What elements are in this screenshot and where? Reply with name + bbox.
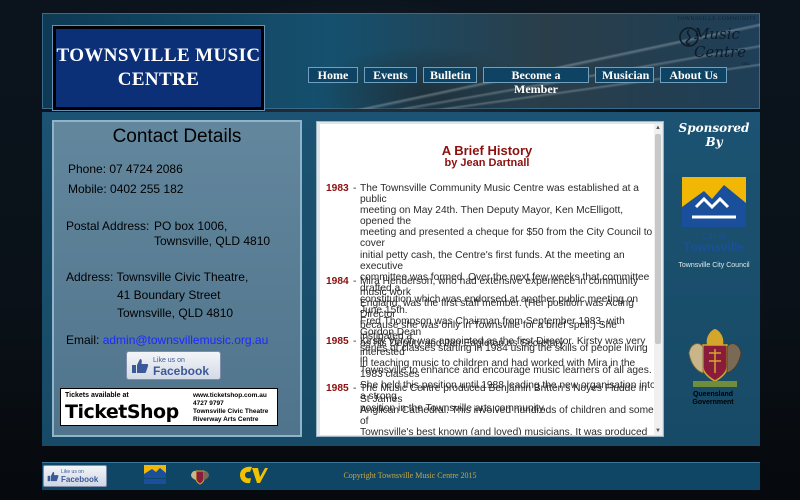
thumbs-up-icon: [132, 358, 149, 373]
email-row: Email: admin@townsvillemusic.org.au: [66, 331, 268, 349]
footer-partner-logo[interactable]: [238, 465, 268, 485]
history-entry-dash: -: [353, 383, 357, 394]
nav-events[interactable]: Events: [364, 67, 417, 83]
footer-queensland-crest[interactable]: [190, 465, 210, 487]
site-logo-text: TOWNSVILLE MUSIC CENTRE: [56, 44, 260, 92]
tcc-caption: Townsville City Council: [678, 262, 750, 269]
facebook-like-button[interactable]: Like us on Facebook: [126, 351, 221, 380]
ticketshop-venue-1: Townsville Civic Theatre: [193, 408, 269, 415]
nav-about-us[interactable]: About Us: [660, 67, 727, 83]
history-scrollbar[interactable]: ▲ ▼: [654, 124, 662, 435]
ticketshop-url: www.ticketshop.com.au: [193, 392, 267, 399]
history-author: by Jean Dartnall: [444, 157, 530, 169]
qgov-line-1: Queensland: [692, 391, 734, 398]
footer-facebook-big: Facebook: [61, 475, 99, 484]
ticketshop-banner[interactable]: Tickets available at TicketShop www.tick…: [60, 388, 278, 426]
email-link[interactable]: admin@townsvillemusic.org.au: [103, 333, 269, 347]
footer-city-council-logo[interactable]: [144, 465, 166, 485]
history-entry-dash: -: [353, 336, 357, 347]
community-music-centre-logo: TOWNSVILLE COMMUNITY Music Centre INC: [676, 16, 756, 66]
townsville-city-council-logo[interactable]: City of Townsville: [682, 177, 746, 255]
logo-line-1: TOWNSVILLE MUSIC: [56, 45, 261, 66]
qgov-caption: Queensland Government: [676, 391, 750, 407]
scrollbar-thumb[interactable]: [655, 134, 661, 344]
postal-line-2: Townsville, QLD 4810: [154, 234, 271, 248]
address-line-1: Address: Townsville Civic Theatre,: [66, 270, 249, 284]
history-entry-dash: -: [353, 276, 357, 287]
copyright-text: Copyright Townsville Music Centre 2015: [343, 471, 477, 480]
tcc-name: Townsville: [684, 240, 745, 254]
postal-label: Postal Address:: [66, 219, 150, 233]
contact-phone: Phone: 07 4724 2086: [68, 162, 183, 176]
scroll-down-arrow-icon[interactable]: ▼: [655, 428, 661, 434]
ticketshop-info: www.ticketshop.com.au 4727 9797 Townsvil…: [193, 392, 268, 424]
history-entry-year: 1983: [326, 183, 349, 194]
queensland-government-crest[interactable]: [683, 323, 747, 389]
ticketshop-phone: 4727 9797: [193, 400, 224, 407]
nav-musician[interactable]: Musician: [595, 67, 654, 83]
facebook-like-big: Facebook: [153, 363, 210, 378]
brand-script-text: Music Centre: [694, 25, 747, 61]
nav-home[interactable]: Home: [308, 67, 358, 83]
treble-clef-icon: [679, 27, 699, 47]
sponsored-by-heading: Sponsored By: [678, 121, 750, 149]
address-line-3: Townsville, QLD 4810: [117, 306, 234, 320]
brand-top-text: TOWNSVILLE COMMUNITY: [676, 16, 756, 22]
ticketshop-brand: TicketShop: [65, 401, 179, 423]
history-entry-year: 1985: [326, 336, 349, 347]
thumbs-up-icon: [47, 471, 59, 481]
contact-mobile: Mobile: 0402 255 182: [68, 182, 184, 196]
footer-facebook-button[interactable]: Like us on Facebook: [43, 465, 107, 487]
history-title: A Brief History: [441, 143, 533, 158]
history-entry-year: 1985: [326, 383, 349, 394]
ticketshop-available: Tickets available at: [65, 392, 129, 399]
site-logo[interactable]: TOWNSVILLE MUSIC CENTRE: [53, 26, 264, 110]
history-entry: 1985 - The Music Centre produced Benjami…: [326, 383, 654, 435]
qgov-line-2: Government: [692, 399, 734, 406]
brand-suffix: INC: [741, 61, 750, 66]
history-entry-dash: -: [353, 183, 357, 194]
address-line-2: 41 Boundary Street: [117, 288, 221, 302]
ticketshop-venue-2: Riverway Arts Centre: [193, 416, 259, 423]
nav-become-a-member[interactable]: Become a Member: [483, 67, 589, 96]
contact-title: Contact Details: [112, 126, 242, 147]
logo-line-2: CENTRE: [117, 69, 200, 90]
scroll-up-arrow-icon[interactable]: ▲: [655, 125, 661, 131]
email-label: Email:: [66, 333, 100, 347]
main-navigation: Home Events Bulletin Become a Member Mus…: [308, 67, 727, 96]
history-entry-text: The Music Centre produced Benjamin Britt…: [360, 383, 654, 435]
nav-bulletin[interactable]: Bulletin: [423, 67, 477, 83]
history-scroll-panel[interactable]: A Brief History by Jean Dartnall 1983 - …: [320, 124, 654, 435]
history-entry-year: 1984: [326, 276, 349, 287]
